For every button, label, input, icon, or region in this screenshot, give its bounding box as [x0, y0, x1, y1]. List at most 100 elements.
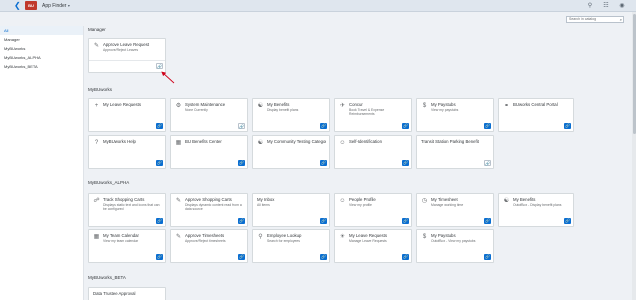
tile-title: MyBUworks Help	[103, 139, 136, 144]
tile-my-leave-requests[interactable]: + My Leave Requests 🔗	[88, 98, 166, 132]
tile-title: BU Benefits Center	[185, 139, 222, 144]
clock-icon: ◷	[421, 198, 428, 204]
pin-icon[interactable]: 🔗	[402, 123, 409, 129]
pin-icon[interactable]: 🔗	[156, 218, 163, 224]
tile-subtitle: Approve/Reject Leaves	[103, 48, 139, 52]
tile-approve-timesheets[interactable]: ✎ Approve Timesheets Approve/Reject time…	[170, 229, 248, 263]
tile-title: My Leave Requests	[103, 102, 141, 107]
calendar-icon: ▦	[93, 234, 100, 240]
notifications-icon[interactable]: ☷	[602, 2, 610, 10]
sidebar-item-manager[interactable]: Manager	[0, 35, 83, 44]
tile-title: My Community Testing Category	[267, 139, 326, 144]
tile-subtitle: None Currently	[185, 108, 208, 112]
pin-icon[interactable]: 🔗	[402, 254, 409, 260]
tile-subtitle: Book Travel & Expense Reimbursements	[349, 108, 385, 116]
tile-subtitle: Manage working time	[431, 203, 464, 207]
tile-mybuworks-help[interactable]: ? MyBUworks Help 🔗	[88, 135, 166, 169]
pin-icon[interactable]: 🔗	[564, 218, 571, 224]
pin-icon[interactable]: 🔗	[320, 123, 327, 129]
user-menu-icon[interactable]: ◉	[618, 2, 626, 10]
pin-icon[interactable]: 🔗	[320, 160, 327, 166]
travel-icon: ✈	[339, 103, 346, 109]
tile-concur[interactable]: ✈ Concur Book Travel & Expense Reimburse…	[334, 98, 412, 132]
tile-data-trustee-approval[interactable]: Data Trustee Approval	[88, 287, 166, 300]
link-icon: ⚭	[503, 103, 510, 109]
pin-icon[interactable]: 🔗	[156, 63, 163, 69]
sidebar-item-all[interactable]: All	[0, 26, 83, 35]
tile-title: Transit Station Parking Benefit	[421, 139, 479, 144]
leave-icon: ☀	[339, 234, 346, 240]
tile-subtitle: View my paystubs	[431, 108, 459, 112]
tile-bu-benefits-center[interactable]: ▦ BU Benefits Center 🔗	[170, 135, 248, 169]
search-icon[interactable]: ⚲	[586, 2, 594, 10]
tile-my-paystubs-alpha[interactable]: $ My Paystubs OutofBox - View my paystub…	[416, 229, 494, 263]
catalog-search-input[interactable]: Search in catalog ⌕	[566, 16, 624, 23]
community-icon: ☯	[257, 140, 264, 146]
tile-track-shopping-carts[interactable]: ☍ Track Shopping Carts Displays static t…	[88, 193, 166, 227]
pin-icon[interactable]: 🔗	[156, 254, 163, 260]
tile-approve-leave-request[interactable]: ✎ Approve Leave Request Approve/Reject L…	[88, 38, 166, 73]
search-placeholder: Search in catalog	[569, 17, 597, 21]
back-arrow-icon[interactable]: ❮	[14, 1, 21, 11]
tile-people-profile[interactable]: ☺ People Profile View my profile 🔗	[334, 193, 412, 227]
pin-icon[interactable]: 🔗	[156, 123, 163, 129]
pin-icon[interactable]: 🔗	[238, 160, 245, 166]
tile-self-identification[interactable]: ☺ Self-Identification 🔗	[334, 135, 412, 169]
sidebar-item-mybuworks-beta[interactable]: MyBUworks_BETA	[0, 62, 83, 71]
pin-icon[interactable]: 🔗	[484, 218, 491, 224]
tile-title: People Profile	[349, 197, 376, 202]
company-logo[interactable]: BU	[25, 1, 37, 10]
tile-title: My Team Calendar	[103, 233, 139, 238]
pin-icon[interactable]: 🔗	[320, 254, 327, 260]
tile-title: System Maintenance	[185, 102, 226, 107]
person-icon: ☺	[339, 198, 346, 204]
tile-approve-shopping-carts[interactable]: ✎ Approve Shopping Carts Displays dynami…	[170, 193, 248, 227]
tile-my-benefits-alpha[interactable]: ☯ My Benefits OutofBox - Display benefit…	[498, 193, 574, 227]
tile-title: Approve Leave Request	[103, 42, 150, 47]
money-icon: $	[422, 234, 427, 240]
tile-title: My Paystubs	[431, 233, 456, 238]
pin-icon[interactable]: 🔗	[238, 123, 245, 129]
tile-my-benefits[interactable]: ☯ My Benefits Display benefit plans 🔗	[252, 98, 330, 132]
tile-title: My Timesheet	[431, 197, 458, 202]
tile-buworks-central-portal[interactable]: ⚭ BUworks Central Portal 🔗	[498, 98, 574, 132]
pin-icon[interactable]: 🔗	[402, 160, 409, 166]
pin-icon[interactable]: 🔗	[238, 254, 245, 260]
pin-icon[interactable]: 🔗	[564, 123, 571, 129]
app-title[interactable]: App Finder ▾	[42, 2, 70, 10]
tile-subtitle: View my profile	[349, 203, 372, 207]
tile-subtitle: OutofBox - View my paystubs	[431, 239, 476, 243]
tile-title: Employee Lookup	[267, 233, 302, 238]
tile-transit-station-parking-benefit[interactable]: Transit Station Parking Benefit 🔗	[416, 135, 494, 169]
tile-employee-lookup[interactable]: ⚲ Employee Lookup Search for employees 🔗	[252, 229, 330, 263]
pin-icon[interactable]: 🔗	[484, 254, 491, 260]
tile-title: Data Trustee Approval	[93, 291, 136, 296]
pin-icon[interactable]: 🔗	[156, 160, 163, 166]
sidebar-item-mybuworks[interactable]: MyBUworks	[0, 44, 83, 53]
pin-icon[interactable]: 🔗	[238, 218, 245, 224]
page-scrollbar[interactable]	[632, 12, 636, 300]
chevron-down-icon: ▾	[67, 3, 70, 8]
scrollbar-thumb[interactable]	[632, 14, 636, 134]
tile-my-leave-requests-alpha[interactable]: ☀ My Leave Requests Manage Leave Request…	[334, 229, 412, 263]
tile-title: Track Shopping Carts	[103, 197, 145, 202]
money-icon: $	[422, 103, 427, 109]
search-people-icon: ⚲	[258, 234, 263, 240]
pin-icon[interactable]: 🔗	[320, 218, 327, 224]
gear-icon: ⚙	[175, 103, 182, 109]
tile-my-inbox[interactable]: My Inbox All items 🔗	[252, 193, 330, 227]
tile-system-maintenance[interactable]: ⚙ System Maintenance None Currently 🔗	[170, 98, 248, 132]
search-icon[interactable]: ⌕	[620, 17, 622, 22]
tile-my-team-calendar[interactable]: ▦ My Team Calendar View my team calendar…	[88, 229, 166, 263]
tile-my-timesheet[interactable]: ◷ My Timesheet Manage working time 🔗	[416, 193, 494, 227]
pin-icon[interactable]: 🔗	[484, 160, 491, 166]
tile-my-community-testing-category[interactable]: ☯ My Community Testing Category 🔗	[252, 135, 330, 169]
tile-my-paystubs[interactable]: $ My Paystubs View my paystubs 🔗	[416, 98, 494, 132]
tile-subtitle: Display benefit plans	[267, 108, 299, 112]
shell-actions: ⚲ ☷ ◉	[586, 2, 626, 10]
pin-icon[interactable]: 🔗	[484, 123, 491, 129]
sidebar-item-mybuworks-alpha[interactable]: MyBUworks_ALPHA	[0, 53, 83, 62]
tile-title: My Benefits	[513, 197, 536, 202]
tile-title: BUworks Central Portal	[513, 102, 558, 107]
pin-icon[interactable]: 🔗	[402, 218, 409, 224]
